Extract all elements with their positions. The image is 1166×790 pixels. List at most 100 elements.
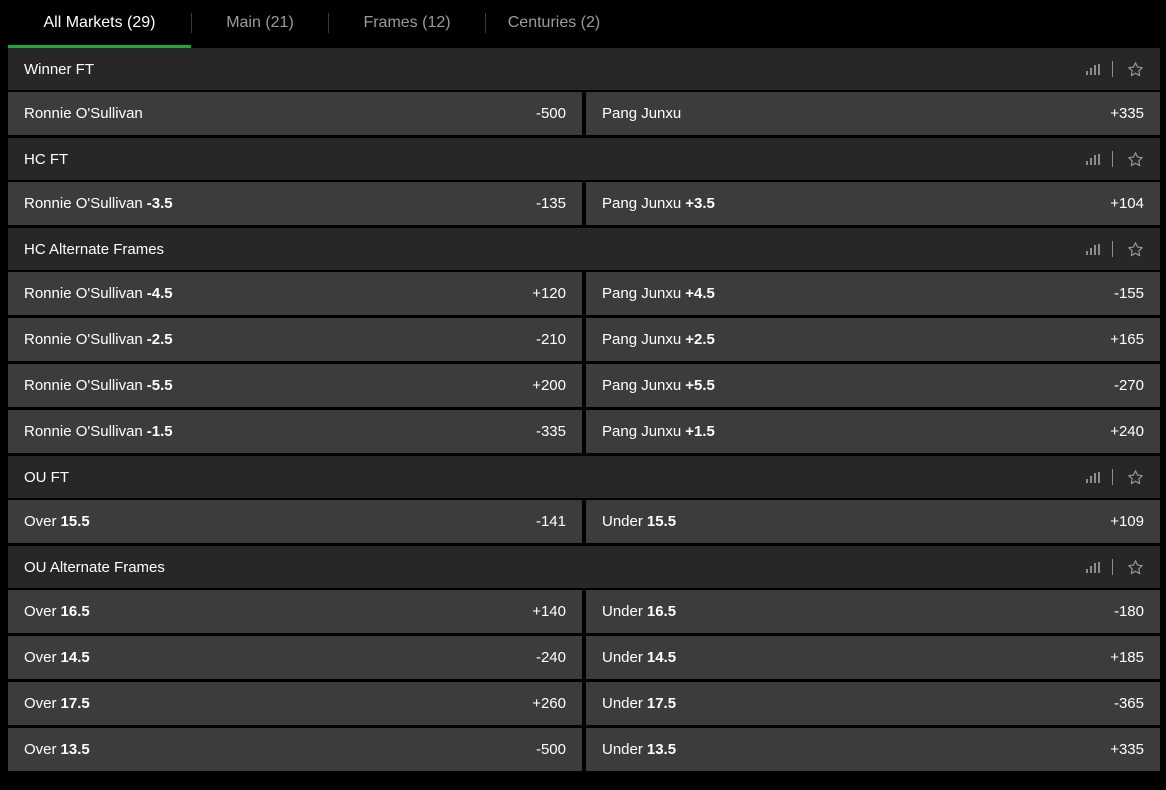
star-icon[interactable] [1127,241,1144,258]
tab-label: Centuries (2) [507,14,601,31]
selection-name: Under [602,603,643,620]
odds-row: Ronnie O'Sullivan -500 Pang Junxu +335 [8,92,1160,135]
market-title: HC Alternate Frames [24,240,165,258]
market-title: OU FT [24,468,69,486]
selection-label: Ronnie O'Sullivan -1.5 [24,423,173,440]
selection-line: -4.5 [146,285,173,302]
selection-line: 13.5 [60,741,90,758]
tab-frames[interactable]: Frames (12) [329,0,485,46]
selection-left-button[interactable]: Over 14.5 -240 [8,636,582,679]
selection-left-button[interactable]: Ronnie O'Sullivan -2.5 -210 [8,318,582,361]
selection-label: Over 13.5 [24,741,90,758]
market-header-icons [1086,469,1144,486]
selection-name: Over [24,695,57,712]
selection-label: Under 13.5 [602,741,676,758]
odds-price: +335 [1110,741,1144,758]
selection-left-button[interactable]: Ronnie O'Sullivan -500 [8,92,582,135]
selection-line: 17.5 [646,695,677,712]
market-header-icons [1086,61,1144,78]
selection-line: 14.5 [60,649,90,666]
selection-label: Ronnie O'Sullivan [24,105,143,122]
markets-list: Winner FT Ronnie O'Sullivan -500 Pang Junxu… [8,48,1160,774]
selection-line: 13.5 [646,741,677,758]
selection-label: Ronnie O'Sullivan -2.5 [24,331,173,348]
selection-name: Under [602,741,643,758]
selection-label: Over 15.5 [24,513,90,530]
market-header[interactable]: HC FT [8,138,1160,180]
tab-all-markets[interactable]: All Markets (29) [8,0,191,48]
selection-right-button[interactable]: Pang Junxu +1.5 +240 [586,410,1160,453]
selection-right-button[interactable]: Under 13.5 +335 [586,728,1160,771]
selection-right-button[interactable]: Under 15.5 +109 [586,500,1160,543]
selection-line: -2.5 [146,331,173,348]
market-header[interactable]: HC Alternate Frames [8,228,1160,270]
tab-centuries[interactable]: Centuries (2) [486,0,622,46]
star-icon[interactable] [1127,469,1144,486]
star-icon[interactable] [1127,151,1144,168]
selection-line: -1.5 [146,423,173,440]
odds-price: -135 [535,195,566,212]
stats-icon[interactable] [1086,561,1100,573]
stats-icon[interactable] [1086,153,1100,165]
odds-row: Over 14.5 -240 Under 14.5 +185 [8,636,1160,679]
odds-price: -155 [1113,285,1144,302]
odds-price: -141 [535,513,566,530]
market-tabs: All Markets (29) Main (21) Frames (12) C… [0,0,1166,48]
selection-left-button[interactable]: Ronnie O'Sullivan -5.5 +200 [8,364,582,407]
selection-left-button[interactable]: Over 15.5 -141 [8,500,582,543]
selection-left-button[interactable]: Over 13.5 -500 [8,728,582,771]
market-title: Winner FT [24,60,95,78]
selection-name: Under [602,513,643,530]
odds-row: Ronnie O'Sullivan -4.5 +120 Pang Junxu +4.5 -… [8,272,1160,315]
selection-left-button[interactable]: Over 16.5 +140 [8,590,582,633]
market-title: HC FT [24,150,69,168]
selection-line: 15.5 [60,513,90,530]
selection-right-button[interactable]: Pang Junxu +5.5 -270 [586,364,1160,407]
selection-label: Ronnie O'Sullivan -3.5 [24,195,173,212]
stats-icon[interactable] [1086,243,1100,255]
selection-left-button[interactable]: Ronnie O'Sullivan -3.5 -135 [8,182,582,225]
market-header[interactable]: OU FT [8,456,1160,498]
odds-row: Ronnie O'Sullivan -1.5 -335 Pang Junxu +1.5 +… [8,410,1160,453]
tab-main[interactable]: Main (21) [192,0,328,46]
selection-left-button[interactable]: Ronnie O'Sullivan -4.5 +120 [8,272,582,315]
selection-label: Over 14.5 [24,649,90,666]
selection-label: Under 14.5 [602,649,676,666]
odds-price: +335 [1110,105,1144,122]
odds-price: +260 [532,695,566,712]
icon-divider [1112,469,1113,485]
selection-name: Ronnie O'Sullivan [24,331,143,348]
selection-name: Under [602,695,643,712]
market-header[interactable]: Winner FT [8,48,1160,90]
selection-line: 17.5 [60,695,90,712]
odds-row: Ronnie O'Sullivan -5.5 +200 Pang Junxu +5.5 -… [8,364,1160,407]
selection-right-button[interactable]: Pang Junxu +4.5 -155 [586,272,1160,315]
selection-right-button[interactable]: Under 16.5 -180 [586,590,1160,633]
selection-line: +4.5 [685,285,715,302]
selection-left-button[interactable]: Ronnie O'Sullivan -1.5 -335 [8,410,582,453]
selection-line: -5.5 [146,377,173,394]
selection-right-button[interactable]: Pang Junxu +335 [586,92,1160,135]
selection-left-button[interactable]: Over 17.5 +260 [8,682,582,725]
selection-right-button[interactable]: Under 14.5 +185 [586,636,1160,679]
selection-right-button[interactable]: Pang Junxu +3.5 +104 [586,182,1160,225]
odds-price: +109 [1110,513,1144,530]
selection-line: +5.5 [685,377,715,394]
odds-price: +104 [1110,195,1144,212]
odds-price: -270 [1113,377,1144,394]
selection-right-button[interactable]: Pang Junxu +2.5 +165 [586,318,1160,361]
market-header[interactable]: OU Alternate Frames [8,546,1160,588]
selection-name: Under [602,649,643,666]
stats-icon[interactable] [1086,471,1100,483]
stats-icon[interactable] [1086,63,1100,75]
selection-right-button[interactable]: Under 17.5 -365 [586,682,1160,725]
selection-name: Over [24,741,57,758]
selection-name: Ronnie O'Sullivan [24,423,143,440]
selection-line: +3.5 [685,195,715,212]
odds-price: -335 [535,423,566,440]
odds-price: +185 [1110,649,1144,666]
icon-divider [1112,61,1113,77]
star-icon[interactable] [1127,559,1144,576]
star-icon[interactable] [1127,61,1144,78]
odds-price: -365 [1113,695,1144,712]
